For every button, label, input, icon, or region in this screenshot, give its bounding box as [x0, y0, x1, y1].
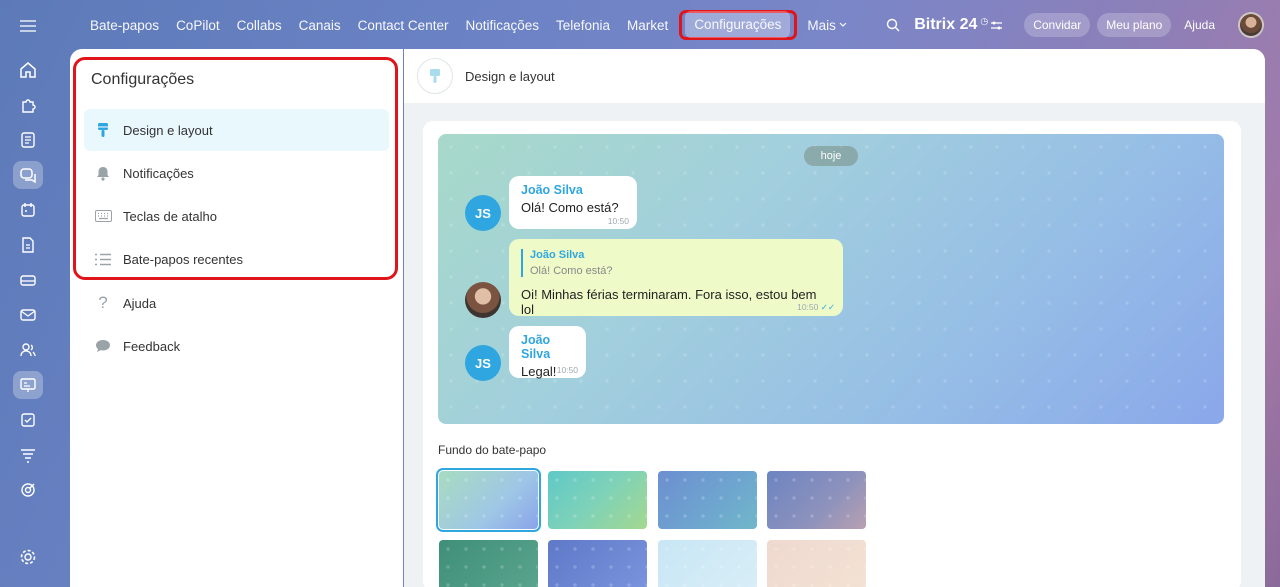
presentation-icon[interactable] — [13, 371, 43, 399]
brush-icon — [93, 121, 113, 139]
background-option-8[interactable] — [767, 540, 866, 587]
quote-author: João Silva — [530, 249, 585, 261]
date-chip: hoje — [804, 146, 858, 166]
chat-bubble-icon — [93, 337, 113, 355]
message-time: 10:50 ✓✓ — [797, 302, 835, 313]
list-icon — [93, 250, 113, 268]
sliders-icon[interactable] — [991, 21, 1003, 30]
tasks-icon[interactable] — [13, 406, 43, 434]
brush-icon — [417, 58, 453, 94]
nav-configuracoes[interactable]: Configurações — [685, 11, 791, 38]
nav-more-label: Mais — [807, 17, 836, 33]
drive-icon[interactable] — [13, 266, 43, 294]
message-author: João Silva — [521, 333, 551, 361]
brand-name: Bitrix 24 — [914, 16, 978, 33]
chat-icon[interactable] — [13, 161, 43, 189]
background-option-3[interactable] — [658, 471, 757, 529]
feed-icon[interactable] — [13, 126, 43, 154]
search-icon[interactable] — [886, 18, 900, 32]
sidebar-item-ajuda[interactable]: ? Ajuda — [84, 282, 389, 324]
background-option-4[interactable] — [767, 471, 866, 529]
mail-icon[interactable] — [13, 301, 43, 329]
quoted-message: João Silva Olá! Como está? — [521, 249, 831, 277]
design-card: hoje JS João Silva Olá! Como está? 10:50… — [423, 121, 1241, 587]
sidebar-item-label: Ajuda — [123, 295, 157, 311]
target-icon[interactable] — [13, 476, 43, 504]
menu-icon[interactable] — [14, 14, 42, 38]
message-author: João Silva — [521, 183, 583, 197]
highlight-box-top: Configurações — [679, 10, 798, 40]
avatar[interactable] — [1238, 12, 1264, 38]
background-option-1[interactable] — [436, 468, 541, 532]
nav-canais[interactable]: Canais — [291, 13, 349, 38]
my-plan-button[interactable]: Meu plano — [1097, 13, 1172, 37]
sidebar-item-recentes[interactable]: Bate-papos recentes — [84, 238, 389, 280]
clock-icon: ◷ — [980, 15, 989, 26]
top-navigation: Bate-papos CoPilot Collabs Canais Contac… — [70, 0, 1280, 50]
sidebar-item-feedback[interactable]: Feedback — [84, 325, 389, 367]
background-option-2[interactable] — [548, 471, 647, 529]
sidebar-item-notificacoes[interactable]: Notificações — [84, 152, 389, 194]
sidebar-item-label: Notificações — [123, 165, 194, 181]
question-icon: ? — [98, 293, 108, 312]
calendar-icon[interactable] — [13, 196, 43, 224]
background-option-7[interactable] — [658, 540, 757, 587]
background-option-6[interactable] — [548, 540, 647, 587]
nav-market[interactable]: Market — [619, 13, 676, 38]
gear-icon[interactable] — [14, 543, 42, 571]
avatar — [465, 282, 501, 318]
sidebar-item-label: Feedback — [123, 338, 181, 354]
message-text: Olá! Como está? — [521, 200, 619, 215]
sidebar-item-label: Teclas de atalho — [123, 208, 217, 224]
main-header: Design e layout — [404, 49, 1265, 103]
nav-telefonia[interactable]: Telefonia — [548, 13, 618, 38]
puzzle-icon[interactable] — [13, 91, 43, 119]
nav-collabs[interactable]: Collabs — [229, 13, 290, 38]
message-time-value: 10:50 — [797, 302, 819, 312]
settings-sidebar: Configurações Design e layout Notificaçõ… — [70, 49, 403, 587]
nav-copilot[interactable]: CoPilot — [168, 13, 228, 38]
message-time: 10:50 — [556, 365, 578, 375]
nav-bate-papos[interactable]: Bate-papos — [82, 13, 167, 38]
chat-preview: hoje JS João Silva Olá! Como está? 10:50… — [438, 134, 1224, 424]
sidebar-item-label: Bate-papos recentes — [123, 251, 243, 267]
keyboard-icon — [93, 207, 113, 225]
nav-contact-center[interactable]: Contact Center — [350, 13, 457, 38]
message-bubble: João Silva Olá! Como está? 10:50 — [509, 176, 637, 229]
help-button[interactable]: Ajuda — [1178, 13, 1221, 37]
quote-text: Olá! Como está? — [530, 265, 613, 277]
invite-button[interactable]: Convidar — [1024, 13, 1091, 37]
sidebar-item-teclas[interactable]: Teclas de atalho — [84, 195, 389, 237]
background-option-5[interactable] — [439, 540, 538, 587]
bell-icon — [93, 164, 113, 182]
left-rail — [0, 0, 56, 587]
funnel-icon[interactable] — [13, 441, 43, 469]
message-bubble: João Silva Legal! 10:50 — [509, 326, 586, 379]
nav-notificacoes[interactable]: Notificações — [457, 13, 547, 38]
message-time: 10:50 — [607, 216, 629, 226]
main-panel: Design e layout hoje JS João Silva Olá! … — [404, 49, 1265, 587]
sidebar-title: Configurações — [91, 71, 195, 88]
contacts-icon[interactable] — [13, 336, 43, 364]
background-section-title: Fundo do bate-papo — [438, 443, 547, 457]
brand-logo: Bitrix 24 ◷ — [914, 15, 1003, 34]
avatar: JS — [465, 345, 501, 381]
page-title: Design e layout — [465, 68, 555, 84]
avatar: JS — [465, 195, 501, 231]
double-check-icon: ✓✓ — [820, 302, 835, 312]
nav-more[interactable]: Mais — [799, 13, 855, 38]
chevron-down-icon — [839, 22, 847, 27]
document-icon[interactable] — [13, 231, 43, 259]
sidebar-item-design[interactable]: Design e layout — [84, 109, 389, 151]
sidebar-item-label: Design e layout — [123, 122, 213, 138]
message-bubble-own: João Silva Olá! Como está? Oi! Minhas fé… — [509, 239, 843, 317]
home-icon[interactable] — [13, 56, 43, 84]
message-text: Oi! Minhas férias terminaram. Fora isso,… — [521, 287, 817, 317]
